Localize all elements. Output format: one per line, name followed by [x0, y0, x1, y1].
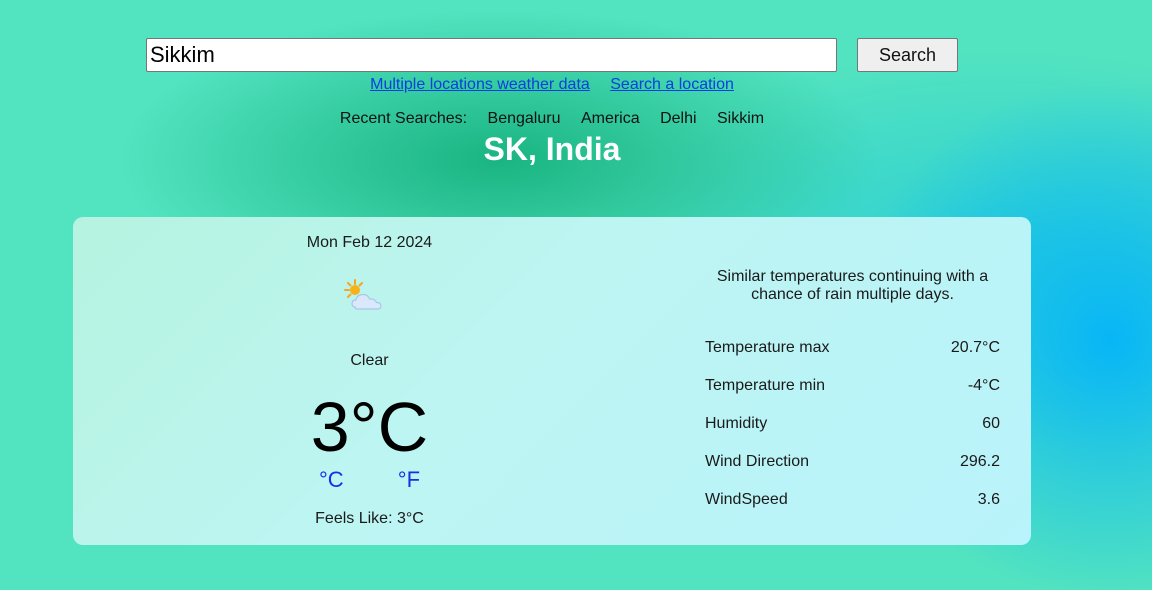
recent-search-item[interactable]: Delhi: [660, 110, 696, 127]
detail-row: Temperature min -4°C: [705, 376, 1000, 414]
detail-value: -4°C: [967, 377, 1000, 394]
recent-search-item[interactable]: Sikkim: [717, 110, 764, 127]
recent-searches-label: Recent Searches:: [339, 110, 468, 127]
detail-row: Wind Direction 296.2: [705, 452, 1000, 490]
nav-links: Multiple locations weather data Search a…: [0, 76, 1104, 94]
detail-label: Temperature max: [705, 339, 830, 356]
detail-label: WindSpeed: [705, 491, 788, 508]
recent-search-item[interactable]: Bengaluru: [488, 110, 561, 127]
celsius-toggle[interactable]: °C: [319, 467, 344, 492]
location-title: SK, India: [483, 131, 621, 167]
weather-card: Mon Feb 12 2024 Clear 3°C °C °F Feels Li…: [73, 217, 1031, 545]
current-temperature: 3°C: [310, 388, 429, 466]
fahrenheit-toggle[interactable]: °F: [398, 467, 420, 492]
detail-row: Humidity 60: [705, 414, 1000, 452]
unit-toggle: °C °F: [73, 467, 666, 493]
weather-details: Temperature max 20.7°C Temperature min -…: [705, 338, 1000, 528]
detail-row: WindSpeed 3.6: [705, 490, 1000, 528]
search-button[interactable]: Search: [857, 38, 958, 72]
weather-condition: Clear: [350, 352, 389, 369]
current-weather: Mon Feb 12 2024 Clear 3°C °C °F Feels Li…: [73, 217, 666, 545]
detail-label: Humidity: [705, 415, 768, 432]
current-date: Mon Feb 12 2024: [306, 234, 433, 251]
detail-value: 3.6: [977, 491, 1000, 508]
search-input[interactable]: [146, 38, 837, 72]
detail-value: 60: [982, 415, 1000, 432]
detail-value: 296.2: [959, 453, 1000, 470]
recent-searches: Recent Searches: Bengaluru America Delhi…: [0, 110, 1104, 128]
feels-like: Feels Like: 3°C: [315, 510, 424, 527]
sun-behind-cloud-icon: [341, 277, 389, 317]
search-bar: Search: [146, 38, 958, 72]
detail-value: 20.7°C: [950, 339, 1000, 356]
detail-label: Temperature min: [705, 377, 826, 394]
search-location-link[interactable]: Search a location: [610, 76, 734, 93]
detail-row: Temperature max 20.7°C: [705, 338, 1000, 376]
recent-search-item[interactable]: America: [581, 110, 640, 127]
multiple-locations-link[interactable]: Multiple locations weather data: [370, 76, 590, 93]
forecast-description: Similar temperatures continuing with a c…: [716, 268, 989, 303]
detail-label: Wind Direction: [705, 453, 810, 470]
